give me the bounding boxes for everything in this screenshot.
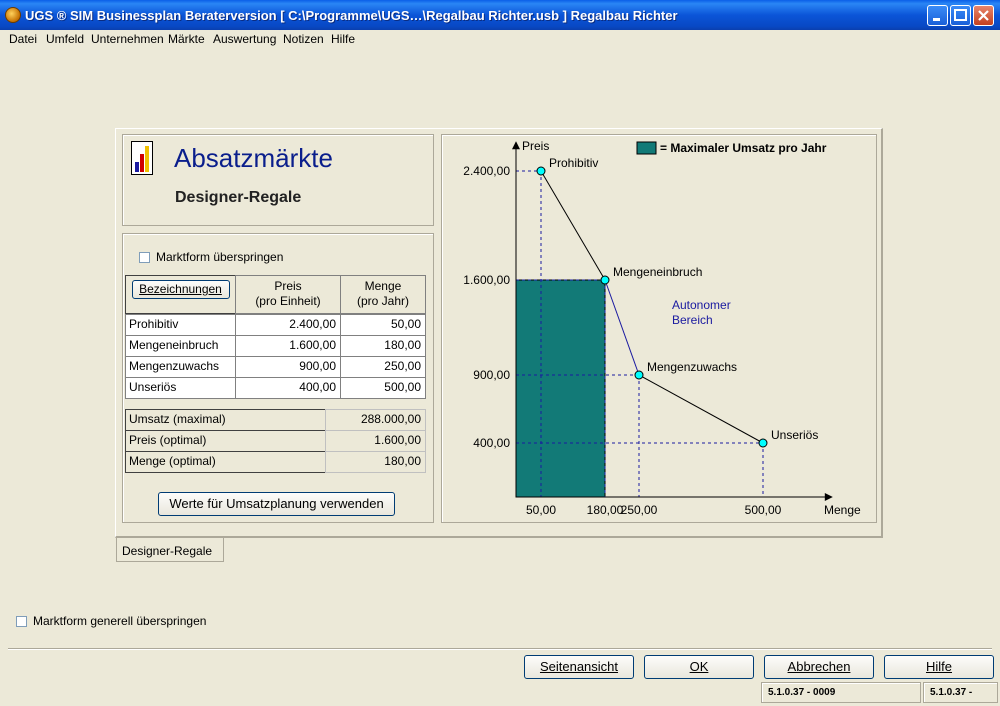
point-2: [634, 370, 644, 380]
x-tick-label-2: 250,00: [621, 503, 658, 517]
menu-datei[interactable]: Datei: [9, 32, 37, 46]
curve-segment-2: [638, 374, 764, 444]
y-tick-label-3: 400,00: [473, 436, 510, 450]
demand-chart: Prohibitiv Mengeneinbruch Mengenzuwachs Uns…: [463, 139, 861, 517]
qty-input-mengeneinbruch[interactable]: 180,00: [340, 335, 426, 357]
max-revenue-area: [515, 279, 606, 498]
names-button[interactable]: Bezeichnungen: [131, 280, 230, 299]
x-tick-label-1: 180,00: [587, 503, 624, 517]
maximize-button[interactable]: [950, 5, 971, 26]
cancel-button[interactable]: Abbrechen: [764, 655, 874, 679]
x-axis-label: Menge: [824, 503, 861, 517]
summary-label-revenue: Umsatz (maximal): [125, 409, 326, 431]
qty-input-unserioes[interactable]: 500,00: [340, 377, 426, 399]
minimize-button[interactable]: [927, 5, 948, 26]
price-input-unserioes[interactable]: 400,00: [235, 377, 341, 399]
curve-segment-1: [604, 279, 640, 376]
tab-label: Designer-Regale: [122, 544, 213, 558]
point-label-1: Mengeneinbruch: [613, 265, 702, 279]
summary-label-qty: Menge (optimal): [125, 451, 326, 473]
maximize-icon: [954, 9, 967, 21]
page-title: Absatzmärkte: [174, 143, 333, 173]
menu-maerkte[interactable]: Märkte: [168, 32, 205, 46]
page-subtitle: Designer-Regale: [175, 189, 302, 206]
summary-value-qty: 180,00: [325, 451, 426, 473]
y-axis-label: Preis: [522, 139, 549, 153]
bar-chart-icon: [131, 141, 153, 175]
qty-input-mengenzuwachs[interactable]: 250,00: [340, 356, 426, 378]
menu-unternehmen[interactable]: Unternehmen: [91, 32, 164, 46]
point-0: [536, 166, 546, 176]
point-3: [758, 438, 768, 448]
annotation-line-1: Bereich: [672, 313, 713, 327]
help-button[interactable]: Hilfe: [884, 655, 994, 679]
summary-value-price: 1.600,00: [325, 430, 426, 452]
status-version-left: 5.1.0.37 - 0009: [761, 682, 921, 703]
point-label-3: Unseriös: [771, 428, 818, 442]
annotation-line-0: Autonomer: [672, 298, 731, 312]
close-button[interactable]: [973, 5, 994, 26]
column-header-qty: Menge (pro Jahr): [340, 275, 426, 314]
menu-hilfe[interactable]: Hilfe: [331, 32, 355, 46]
autonomous-area-annotation: Autonomer Bereich: [672, 298, 731, 327]
skip-market-checkbox[interactable]: [139, 252, 150, 263]
price-input-mengenzuwachs[interactable]: 900,00: [235, 356, 341, 378]
title-bar[interactable]: UGS ® SIM Businessplan Beraterversion [ …: [0, 0, 1000, 30]
summary-label-price: Preis (optimal): [125, 430, 326, 452]
ok-button[interactable]: OK: [644, 655, 754, 679]
x-tick-label-3: 500,00: [745, 503, 782, 517]
curve-segment-0: [540, 170, 606, 281]
menu-notizen[interactable]: Notizen: [283, 32, 324, 46]
minimize-icon: [933, 18, 940, 21]
legend-swatch: [636, 141, 657, 155]
close-icon: [978, 10, 989, 21]
app-icon[interactable]: [5, 7, 21, 23]
point-1: [600, 275, 610, 285]
x-tick-label-0: 50,00: [526, 503, 556, 517]
point-label-0: Prohibitiv: [549, 156, 598, 170]
menu-umfeld[interactable]: Umfeld: [46, 32, 84, 46]
row-name-mengeneinbruch: Mengeneinbruch: [125, 335, 236, 357]
price-input-prohibitiv[interactable]: 2.400,00: [235, 314, 341, 336]
point-label-2: Mengenzuwachs: [647, 360, 737, 374]
divider: [8, 648, 992, 650]
column-header-price: Preis (pro Einheit): [235, 275, 341, 314]
row-name-unserioes: Unseriös: [125, 377, 236, 399]
row-name-mengenzuwachs: Mengenzuwachs: [125, 356, 236, 378]
column-header-names: Bezeichnungen: [125, 275, 236, 314]
y-tick-label-2: 900,00: [473, 368, 510, 382]
row-name-prohibitiv: Prohibitiv: [125, 314, 236, 336]
y-tick-label-1: 1.600,00: [463, 273, 510, 287]
skip-all-markets-label: Marktform generell überspringen: [33, 614, 207, 628]
y-tick-label-0: 2.400,00: [463, 164, 510, 178]
legend-label: = Maximaler Umsatz pro Jahr: [660, 141, 827, 155]
apply-values-button[interactable]: Werte für Umsatzplanung verwenden: [158, 492, 395, 516]
summary-value-revenue: 288.000,00: [325, 409, 426, 431]
window-title: UGS ® SIM Businessplan Beraterversion [ …: [25, 8, 678, 23]
price-input-mengeneinbruch[interactable]: 1.600,00: [235, 335, 341, 357]
status-version-right: 5.1.0.37 -: [923, 682, 998, 703]
skip-market-label: Marktform überspringen: [156, 250, 284, 264]
menu-bar: Datei Umfeld Unternehmen Märkte Auswertu…: [0, 30, 1000, 48]
menu-auswertung[interactable]: Auswertung: [213, 32, 276, 46]
skip-all-markets-checkbox[interactable]: [16, 616, 27, 627]
preview-button[interactable]: Seitenansicht: [524, 655, 634, 679]
qty-input-prohibitiv[interactable]: 50,00: [340, 314, 426, 336]
